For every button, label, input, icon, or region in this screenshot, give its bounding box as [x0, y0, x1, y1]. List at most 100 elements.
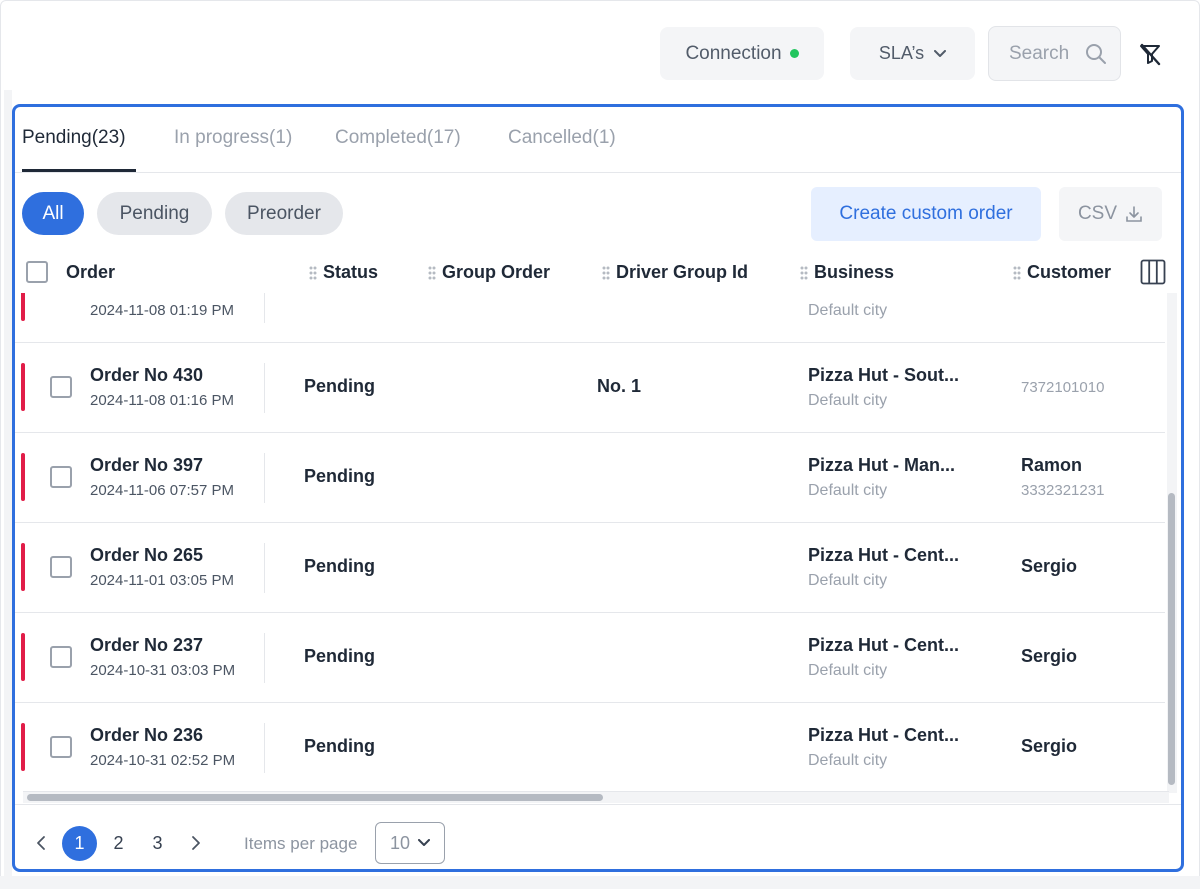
drag-handle-icon[interactable]: [602, 266, 610, 280]
column-header-label: Business: [814, 262, 895, 282]
row-checkbox[interactable]: [50, 466, 72, 488]
page-1-button[interactable]: 1: [62, 826, 97, 861]
customer-name: Sergio: [1021, 646, 1078, 666]
order-status: Pending: [304, 466, 375, 486]
filter-chip-pending[interactable]: Pending: [97, 192, 212, 235]
page-3-button[interactable]: 3: [140, 826, 175, 861]
page-footer-strip: [0, 876, 1200, 889]
connection-button[interactable]: Connection: [660, 27, 824, 80]
column-divider: [264, 633, 265, 683]
prev-page-button[interactable]: [31, 833, 51, 853]
sla-dropdown[interactable]: SLA’s: [850, 27, 975, 80]
table-row[interactable]: Order No 236 2024-10-31 02:52 PM Pending…: [15, 703, 1165, 790]
order-date: 2024-11-08 01:19 PM: [90, 302, 234, 319]
filter-chip-all[interactable]: All: [22, 192, 84, 235]
driver-group-id: No. 1: [597, 376, 642, 396]
table-row[interactable]: 2024-11-08 01:19 PM Default city: [15, 293, 1165, 343]
table-row[interactable]: Order No 397 2024-11-06 07:57 PM Pending…: [15, 433, 1165, 523]
business-city: Default city: [808, 302, 888, 319]
table-row[interactable]: Order No 430 2024-11-08 01:16 PM Pending…: [15, 343, 1165, 433]
order-number[interactable]: Order No 397: [90, 455, 203, 476]
chevron-right-icon: [192, 836, 200, 850]
horizontal-scrollbar-thumb[interactable]: [27, 794, 603, 801]
column-divider: [264, 453, 265, 503]
order-date: 2024-10-31 02:52 PM: [90, 752, 236, 769]
business-city: Default city: [808, 392, 888, 409]
order-status: Pending: [304, 646, 375, 666]
order-date: 2024-11-08 01:16 PM: [90, 392, 234, 409]
drag-handle-icon[interactable]: [309, 266, 317, 280]
tab-in-progress[interactable]: In progress(1): [174, 127, 292, 149]
priority-flag: [21, 633, 25, 681]
items-per-page-select[interactable]: 10: [375, 822, 445, 864]
select-all-checkbox[interactable]: [26, 261, 48, 283]
customer-phone: 7372101010: [1021, 379, 1105, 396]
online-status-icon: [789, 49, 799, 58]
column-header-business[interactable]: Business: [800, 262, 894, 283]
priority-flag: [21, 293, 25, 321]
tab-completed[interactable]: Completed(17): [335, 127, 461, 149]
column-header-customer[interactable]: Customer: [1013, 262, 1111, 283]
priority-flag: [21, 453, 25, 501]
filter-chip-preorder[interactable]: Preorder: [225, 192, 343, 235]
table-row[interactable]: Order No 237 2024-10-31 03:03 PM Pending…: [15, 613, 1165, 703]
column-header-label: Status: [323, 262, 379, 282]
tab-pending[interactable]: Pending(23): [22, 127, 126, 149]
clear-filter-icon[interactable]: [1136, 40, 1164, 68]
column-divider: [264, 293, 265, 323]
row-checkbox[interactable]: [50, 556, 72, 578]
drag-handle-icon[interactable]: [800, 266, 808, 280]
column-settings-icon[interactable]: [1140, 259, 1166, 285]
chevron-left-icon: [37, 836, 45, 850]
search-input[interactable]: [1009, 42, 1077, 65]
row-checkbox[interactable]: [50, 646, 72, 668]
column-divider: [264, 363, 265, 413]
column-header-label: Customer: [1027, 262, 1112, 282]
chevron-down-icon: [418, 839, 431, 846]
business-name: Pizza Hut - Cent...: [808, 725, 960, 745]
order-number[interactable]: Order No 236: [90, 725, 203, 746]
order-date: 2024-11-06 07:57 PM: [90, 482, 234, 499]
customer-name: Sergio: [1021, 736, 1078, 756]
create-custom-order-button[interactable]: Create custom order: [811, 187, 1041, 241]
column-header-group-order[interactable]: Group Order: [428, 262, 550, 283]
vertical-scrollbar-thumb[interactable]: [1168, 493, 1175, 785]
business-city: Default city: [808, 662, 888, 679]
column-header-driver-group-id[interactable]: Driver Group Id: [602, 262, 748, 283]
business-name: Pizza Hut - Sout...: [808, 365, 959, 385]
table-row[interactable]: Order No 265 2024-11-01 03:05 PM Pending…: [15, 523, 1165, 613]
order-number[interactable]: Order No 265: [90, 545, 203, 566]
priority-flag: [21, 543, 25, 591]
page-gutter: [4, 90, 12, 885]
items-per-page-label: Items per page: [244, 834, 358, 853]
order-number[interactable]: Order No 430: [90, 365, 203, 386]
row-checkbox[interactable]: [50, 376, 72, 398]
column-header-order[interactable]: Order: [66, 262, 115, 283]
business-name: Pizza Hut - Man...: [808, 455, 956, 475]
search-icon[interactable]: [1084, 42, 1108, 66]
drag-handle-icon[interactable]: [1013, 266, 1021, 280]
active-tab-indicator: [22, 169, 136, 172]
chevron-down-icon: [934, 49, 947, 57]
page-2-button[interactable]: 2: [101, 826, 136, 861]
status-tabs: Pending(23) In progress(1) Completed(17)…: [15, 107, 1181, 173]
business-name: Pizza Hut - Cent...: [808, 545, 960, 565]
column-header-label: Order: [66, 262, 116, 282]
tab-cancelled[interactable]: Cancelled(1): [508, 127, 616, 149]
priority-flag: [21, 363, 25, 411]
table-header: Order Status Group Order Driver Group Id…: [15, 253, 1181, 293]
download-icon: [1126, 206, 1142, 222]
order-number[interactable]: Order No 237: [90, 635, 203, 656]
business-name: Pizza Hut - Cent...: [808, 635, 960, 655]
sla-label: SLA’s: [878, 43, 925, 63]
next-page-button[interactable]: [186, 833, 206, 853]
orders-table-body: 2024-11-08 01:19 PM Default city Order N…: [15, 293, 1167, 790]
row-checkbox[interactable]: [50, 736, 72, 758]
drag-handle-icon[interactable]: [428, 266, 436, 280]
column-header-label: Driver Group Id: [616, 262, 749, 282]
order-status: Pending: [304, 556, 375, 576]
order-date: 2024-10-31 03:03 PM: [90, 662, 236, 679]
csv-export-button[interactable]: CSV: [1059, 187, 1162, 241]
column-header-status[interactable]: Status: [309, 262, 378, 283]
search-box[interactable]: [988, 26, 1121, 81]
